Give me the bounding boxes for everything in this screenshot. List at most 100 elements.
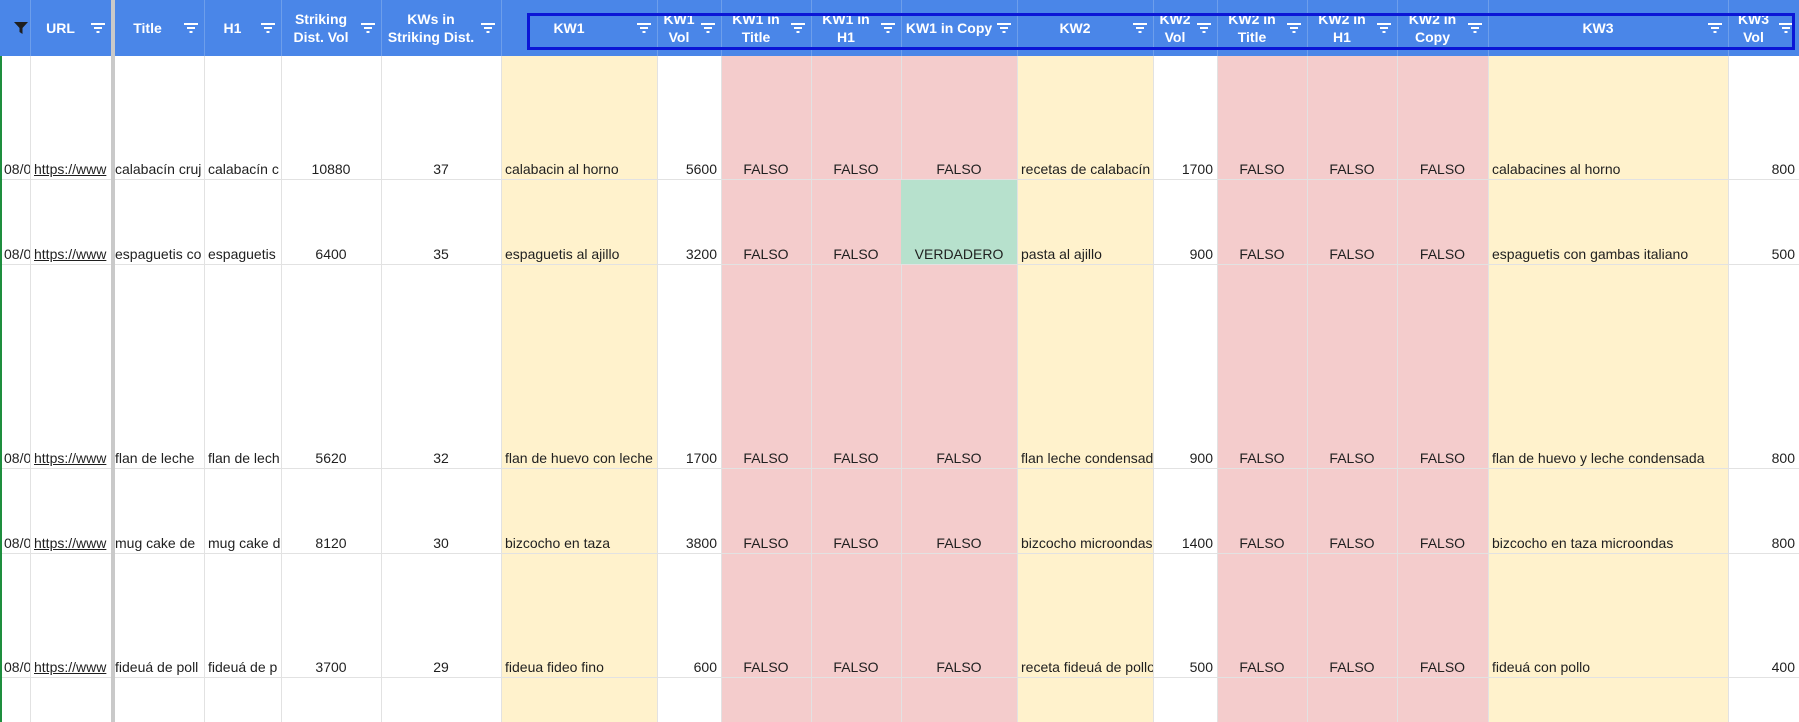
cell-title[interactable]: mug cake de	[111, 469, 204, 554]
column-header-kw3[interactable]: KW3	[1488, 0, 1728, 56]
cell-kwsd[interactable]: 35	[381, 180, 501, 265]
filter-icon[interactable]	[91, 21, 105, 33]
cell-sdv[interactable]: 5620	[281, 265, 381, 469]
cell-kw2title[interactable]: FALSO	[1217, 469, 1307, 554]
cell-kw1h1[interactable]: FALSO	[811, 265, 901, 469]
cell-date[interactable]: 08/0	[0, 469, 30, 554]
filter-icon[interactable]	[184, 21, 198, 33]
filter-icon[interactable]	[1468, 21, 1482, 33]
column-header-kw2copy[interactable]: KW2 in Copy	[1397, 0, 1488, 56]
cell-kw1[interactable]: espaguetis al ajillo	[501, 180, 657, 265]
cell-kw1title[interactable]: FALSO	[721, 265, 811, 469]
cell-kw2copy[interactable]: FALSO	[1397, 469, 1488, 554]
filter-icon[interactable]	[1197, 21, 1211, 33]
cell-kw2[interactable]: pasta al ajillo	[1017, 180, 1153, 265]
column-header-title[interactable]: Title	[111, 0, 204, 56]
cell-kw2h1[interactable]: FALSO	[1307, 554, 1397, 678]
cell-kwsd[interactable]: 30	[381, 469, 501, 554]
cell-kw1[interactable]: flan de huevo con leche	[501, 265, 657, 469]
cell-kw1copy[interactable]: FALSO	[901, 265, 1017, 469]
cell-kw1copy[interactable]: FALSO	[901, 554, 1017, 678]
filter-icon[interactable]	[361, 21, 375, 33]
column-header-kw3vol[interactable]: KW3 Vol	[1728, 0, 1799, 56]
cell-url[interactable]: https://www	[30, 56, 111, 180]
column-header-date[interactable]	[0, 0, 30, 56]
cell-kw1vol[interactable]: 600	[657, 554, 721, 678]
cell-kw1copy[interactable]: FALSO	[901, 469, 1017, 554]
cell-kw1copy[interactable]: VERDADERO	[901, 180, 1017, 265]
cell-kw1copy[interactable]: FALSO	[901, 56, 1017, 180]
cell-kw1vol[interactable]: 5600	[657, 56, 721, 180]
filter-icon[interactable]	[1133, 21, 1147, 33]
column-header-kw1[interactable]: KW1	[501, 0, 657, 56]
cell-kw1title[interactable]: FALSO	[721, 56, 811, 180]
column-header-kw2[interactable]: KW2	[1017, 0, 1153, 56]
filter-icon[interactable]	[261, 21, 275, 33]
column-header-kw1vol[interactable]: KW1 Vol	[657, 0, 721, 56]
cell-h1[interactable]: flan de lech	[204, 265, 281, 469]
cell-kw3vol[interactable]: 400	[1728, 554, 1799, 678]
cell-kw2vol[interactable]: 1400	[1153, 469, 1217, 554]
cell-sdv[interactable]: 3700	[281, 554, 381, 678]
cell-kw1h1[interactable]: FALSO	[811, 56, 901, 180]
cell-sdv[interactable]: 8120	[281, 469, 381, 554]
cell-sdv[interactable]: 10880	[281, 56, 381, 180]
cell-date[interactable]: 08/0	[0, 180, 30, 265]
cell-h1[interactable]: fideuá de p	[204, 554, 281, 678]
cell-kw1title[interactable]: FALSO	[721, 469, 811, 554]
cell-kw2vol[interactable]: 1700	[1153, 56, 1217, 180]
filter-funnel-icon[interactable]	[14, 21, 28, 34]
cell-title[interactable]: fideuá de poll	[111, 554, 204, 678]
cell-kw2h1[interactable]: FALSO	[1307, 469, 1397, 554]
cell-kw3[interactable]: bizcocho en taza microondas	[1488, 469, 1728, 554]
cell-kw2[interactable]: flan leche condensada	[1017, 265, 1153, 469]
cell-title[interactable]: espaguetis co	[111, 180, 204, 265]
cell-kw1vol[interactable]: 3200	[657, 180, 721, 265]
cell-kw3[interactable]: fideuá con pollo	[1488, 554, 1728, 678]
cell-kw2vol[interactable]: 900	[1153, 180, 1217, 265]
cell-kw2h1[interactable]: FALSO	[1307, 265, 1397, 469]
cell-kw1h1[interactable]: FALSO	[811, 554, 901, 678]
column-header-sdv[interactable]: Striking Dist. Vol	[281, 0, 381, 56]
cell-h1[interactable]: espaguetis	[204, 180, 281, 265]
filter-icon[interactable]	[1287, 21, 1301, 33]
cell-kw2vol[interactable]: 900	[1153, 265, 1217, 469]
cell-kw2title[interactable]: FALSO	[1217, 554, 1307, 678]
cell-kw2[interactable]: receta fideuá de pollo	[1017, 554, 1153, 678]
cell-title[interactable]: calabacín cruj	[111, 56, 204, 180]
column-header-kw1h1[interactable]: KW1 in H1	[811, 0, 901, 56]
cell-kw3vol[interactable]: 800	[1728, 265, 1799, 469]
cell-url[interactable]: https://www	[30, 265, 111, 469]
cell-kw1[interactable]: calabacin al horno	[501, 56, 657, 180]
column-header-kw1copy[interactable]: KW1 in Copy	[901, 0, 1017, 56]
cell-kw3[interactable]: espaguetis con gambas italiano	[1488, 180, 1728, 265]
cell-kw2h1[interactable]: FALSO	[1307, 56, 1397, 180]
cell-kw1h1[interactable]: FALSO	[811, 469, 901, 554]
cell-h1[interactable]: calabacín c	[204, 56, 281, 180]
cell-kw2title[interactable]: FALSO	[1217, 56, 1307, 180]
filter-icon[interactable]	[637, 21, 651, 33]
column-header-kw1title[interactable]: KW1 in Title	[721, 0, 811, 56]
column-header-kwsd[interactable]: KWs in Striking Dist.	[381, 0, 501, 56]
cell-kw2copy[interactable]: FALSO	[1397, 554, 1488, 678]
cell-url[interactable]: https://www	[30, 180, 111, 265]
cell-kw1[interactable]: bizcocho en taza	[501, 469, 657, 554]
cell-kw2h1[interactable]: FALSO	[1307, 180, 1397, 265]
cell-kw2title[interactable]: FALSO	[1217, 265, 1307, 469]
cell-kw2title[interactable]: FALSO	[1217, 180, 1307, 265]
column-header-kw2vol[interactable]: KW2 Vol	[1153, 0, 1217, 56]
cell-h1[interactable]: mug cake d	[204, 469, 281, 554]
cell-kwsd[interactable]: 37	[381, 56, 501, 180]
cell-kw2[interactable]: recetas de calabacín	[1017, 56, 1153, 180]
column-header-url[interactable]: URL	[30, 0, 111, 56]
cell-kw3vol[interactable]: 800	[1728, 56, 1799, 180]
filter-icon[interactable]	[791, 21, 805, 33]
frozen-column-divider[interactable]	[111, 0, 115, 722]
cell-kw3vol[interactable]: 500	[1728, 180, 1799, 265]
column-header-kw2title[interactable]: KW2 in Title	[1217, 0, 1307, 56]
cell-kw2vol[interactable]: 500	[1153, 554, 1217, 678]
filter-icon[interactable]	[881, 21, 895, 33]
filter-icon[interactable]	[1779, 21, 1793, 33]
cell-kw1title[interactable]: FALSO	[721, 180, 811, 265]
cell-kw2[interactable]: bizcocho microondas	[1017, 469, 1153, 554]
